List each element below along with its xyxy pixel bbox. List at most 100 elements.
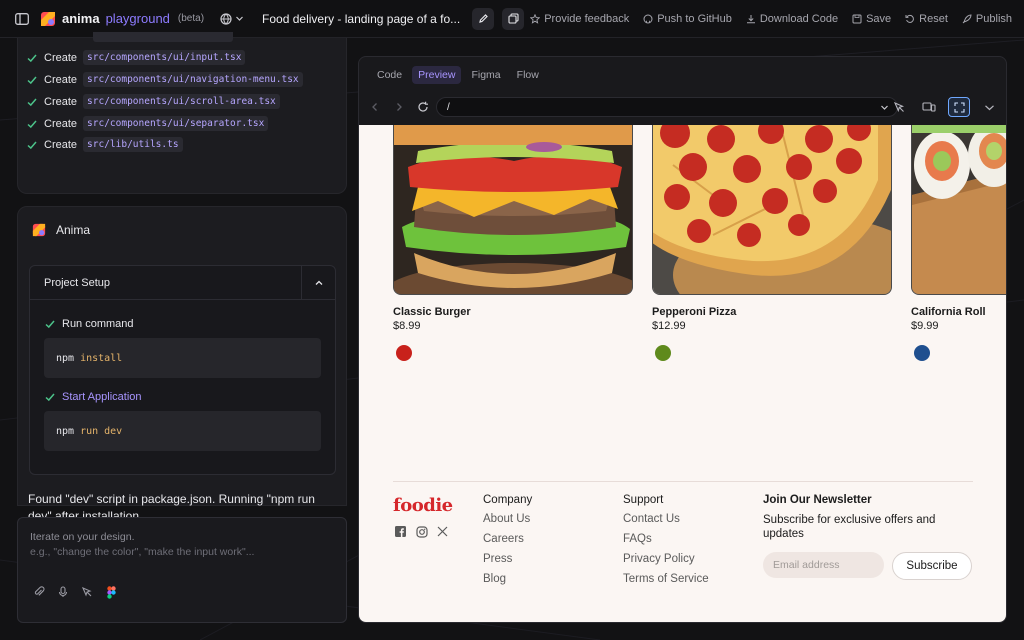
- project-title[interactable]: Food delivery - landing page of a fo...: [262, 12, 460, 26]
- push-to-github-label: Push to GitHub: [657, 12, 732, 25]
- burger-image: [393, 125, 633, 295]
- create-label: Create: [44, 73, 78, 86]
- check-icon: [27, 141, 37, 149]
- brand-product: playground: [105, 11, 170, 26]
- footer-link[interactable]: Careers: [483, 533, 532, 553]
- collapse-button[interactable]: [301, 265, 335, 300]
- check-icon: [45, 393, 55, 402]
- footer-link[interactable]: Press: [483, 553, 532, 573]
- fullscreen-button[interactable]: [948, 97, 970, 117]
- reset-label: Reset: [919, 12, 948, 25]
- file-path[interactable]: src/components/ui/separator.tsx: [83, 116, 269, 131]
- file-row: Create src/components/ui/input.tsx: [26, 50, 246, 65]
- back-icon[interactable]: [367, 99, 383, 115]
- file-path[interactable]: src/lib/utils.ts: [83, 137, 183, 152]
- sushi-image: [911, 125, 1006, 295]
- github-icon: [643, 14, 653, 23]
- pencil-icon: [478, 14, 488, 23]
- project-setup-panel: Project Setup Run command npm install St…: [29, 265, 336, 475]
- prompt-placeholder: Iterate on your design.: [30, 531, 135, 543]
- status-message: Found "dev" script in package.json. Runn…: [28, 492, 315, 519]
- model-selector[interactable]: [220, 12, 244, 25]
- url-input[interactable]: /: [436, 97, 898, 117]
- edit-title-button[interactable]: [472, 7, 495, 30]
- save-label: Save: [866, 12, 892, 25]
- file-path[interactable]: src/components/ui/navigation-menu.tsx: [83, 72, 303, 87]
- footer-support: Support Contact Us FAQs Privacy Policy T…: [623, 494, 709, 593]
- tab-flow[interactable]: Flow: [511, 66, 545, 84]
- anima-logo-icon: [41, 11, 55, 26]
- check-icon: [45, 320, 55, 329]
- duplicate-button[interactable]: [502, 7, 525, 30]
- anima-header: Anima: [32, 223, 90, 237]
- step-label: Run command: [62, 318, 134, 330]
- globe-icon: [220, 12, 232, 25]
- project-setup-header[interactable]: Project Setup: [30, 265, 335, 300]
- publish-label: Publish: [975, 12, 1012, 25]
- footer-link[interactable]: Privacy Policy: [623, 553, 709, 573]
- reset-button[interactable]: Reset: [905, 13, 948, 25]
- tab-preview[interactable]: Preview: [412, 66, 462, 84]
- responsive-icon[interactable]: [918, 97, 940, 117]
- publish-button[interactable]: Publish: [962, 13, 1012, 25]
- forward-icon[interactable]: [391, 99, 407, 115]
- file-row: Create src/components/ui/scroll-area.tsx: [26, 94, 280, 109]
- file-path[interactable]: src/components/ui/input.tsx: [83, 50, 246, 65]
- project-setup-title: Project Setup: [44, 276, 111, 289]
- prompt-input[interactable]: Iterate on your design. e.g., "change th…: [17, 517, 347, 623]
- microphone-icon[interactable]: [56, 585, 70, 599]
- sidebar-toggle-icon[interactable]: [12, 9, 32, 29]
- tab-code[interactable]: Code: [371, 66, 408, 84]
- top-actions: Provide feedback Push to GitHub Download…: [530, 13, 1012, 25]
- footer-newsletter: Join Our Newsletter Subscribe for exclus…: [763, 494, 943, 541]
- provide-feedback-button[interactable]: Provide feedback: [530, 13, 629, 25]
- anima-name: Anima: [56, 223, 91, 237]
- footer-link[interactable]: Contact Us: [623, 513, 709, 533]
- color-swatch[interactable]: [396, 345, 412, 361]
- footer-company: Company About Us Careers Press Blog: [483, 494, 532, 593]
- attach-icon[interactable]: [32, 585, 46, 599]
- inspect-icon[interactable]: [888, 97, 910, 117]
- footer-link[interactable]: Terms of Service: [623, 573, 709, 593]
- brand: anima playground (beta): [40, 11, 204, 27]
- facebook-icon[interactable]: [394, 525, 407, 538]
- brand-name: anima: [62, 11, 100, 26]
- footer-link[interactable]: Blog: [483, 573, 532, 593]
- select-element-icon[interactable]: [80, 585, 94, 599]
- food-price: $8.99: [393, 320, 421, 332]
- color-swatch[interactable]: [655, 345, 671, 361]
- anima-logo-icon: [32, 223, 46, 237]
- refresh-icon[interactable]: [415, 99, 431, 115]
- save-button[interactable]: Save: [852, 13, 891, 25]
- command-name: npm: [56, 352, 75, 364]
- chevron-down-icon: [236, 16, 243, 21]
- create-label: Create: [44, 51, 78, 64]
- foodie-logo[interactable]: foodie: [393, 495, 453, 516]
- more-options-icon[interactable]: [978, 97, 1000, 117]
- file-path[interactable]: src/components/ui/scroll-area.tsx: [83, 94, 280, 109]
- command-args: install: [80, 352, 123, 364]
- download-code-button[interactable]: Download Code: [746, 13, 838, 25]
- social-links: [394, 525, 449, 538]
- footer-divider: [393, 481, 973, 482]
- newsletter-heading: Join Our Newsletter: [763, 494, 872, 506]
- subscribe-button[interactable]: Subscribe: [892, 552, 972, 580]
- footer-link[interactable]: About Us: [483, 513, 532, 533]
- provide-feedback-label: Provide feedback: [544, 12, 630, 25]
- anima-message-card: Anima Project Setup Run command npm inst…: [17, 206, 347, 506]
- figma-icon[interactable]: [104, 585, 118, 599]
- tab-figma[interactable]: Figma: [465, 66, 506, 84]
- email-input[interactable]: Email address: [763, 552, 884, 578]
- url-bar: /: [359, 95, 1006, 123]
- clipped-file-chip: [93, 32, 233, 42]
- footer-link[interactable]: FAQs: [623, 533, 709, 553]
- push-to-github-button[interactable]: Push to GitHub: [643, 13, 732, 25]
- command-block: npm run dev: [44, 411, 321, 451]
- download-code-label: Download Code: [759, 12, 839, 25]
- color-swatch[interactable]: [914, 345, 930, 361]
- step-label[interactable]: Start Application: [62, 391, 142, 403]
- x-twitter-icon[interactable]: [436, 525, 449, 538]
- preview-tabs: Code Preview Figma Flow: [371, 66, 545, 84]
- instagram-icon[interactable]: [415, 525, 428, 538]
- preview-tools: [888, 97, 1000, 117]
